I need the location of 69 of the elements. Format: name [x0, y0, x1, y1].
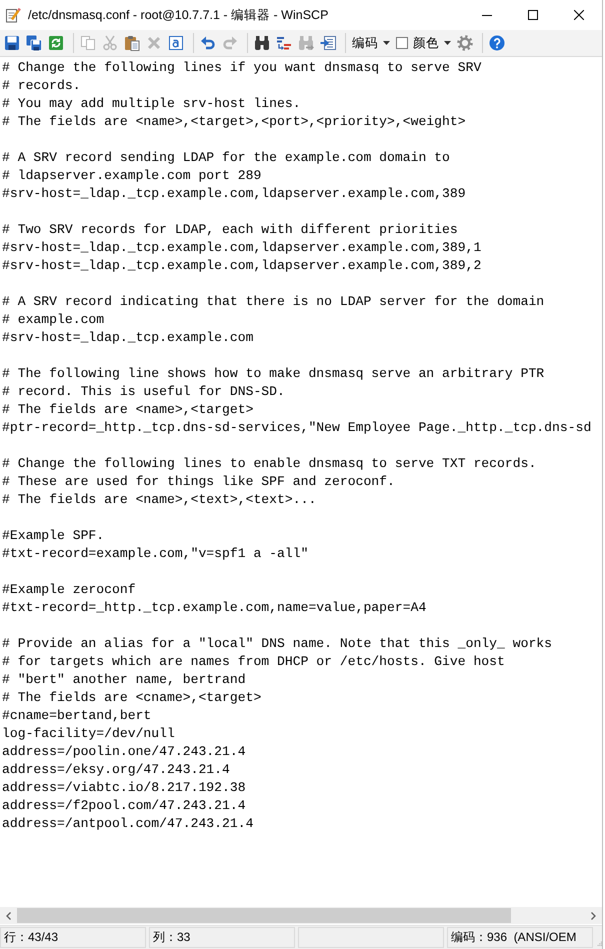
code-line: #srv-host=_ldap._tcp.example.com,ldapserver.example.com,389	[2, 185, 466, 203]
caret-icon	[444, 41, 451, 45]
code-line: #txt-record=example.com,"v=spf1 a -all"	[2, 545, 308, 563]
code-line: # The following line shows how to make dnsmasq serve an arbitrary PTR	[2, 365, 544, 383]
scrollbar-thumb[interactable]	[17, 908, 512, 923]
caret-icon	[383, 41, 390, 45]
replace-icon	[276, 35, 292, 51]
code-line: # Change the following lines to enable dnsmasq to serve TXT records.	[2, 455, 536, 473]
code-line: # The fields are <name>,<text>,<text>...	[2, 491, 316, 509]
code-line: #srv-host=_ldap._tcp.example.com,ldapserver.example.com,389,2	[2, 257, 482, 275]
dropdown-button[interactable]: 颜色	[393, 32, 454, 54]
code-line: # The fields are <name>,<target>,<port>,<priority>,<weight>	[2, 113, 466, 131]
code-line: address=/antpool.com/47.243.21.4	[2, 815, 254, 833]
code-line: # record. This is useful for DNS-SD.	[2, 383, 285, 401]
close-icon	[574, 10, 584, 20]
code-line: # example.com	[2, 311, 104, 329]
code-line: #srv-host=_ldap._tcp.example.com,ldapserver.example.com,389,1	[2, 239, 482, 257]
gear-icon	[457, 35, 473, 51]
undo-icon	[200, 35, 216, 51]
cross-icon	[146, 35, 162, 51]
code-line: address=/viabtc.io/8.217.192.38	[2, 779, 246, 797]
status-line-position: 行：43/43	[0, 927, 146, 948]
code-line: address=/poolin.one/47.243.21.4	[2, 743, 246, 761]
code-line: address=/eksy.org/47.243.21.4	[2, 761, 230, 779]
window-title: /etc/dnsmasq.conf - root@10.7.7.1 - 编辑器 - WinSCP	[28, 6, 328, 24]
code-line: # "bert" another name, bertrand	[2, 671, 246, 689]
code-line: # ldapserver.example.com port 289	[2, 167, 262, 185]
code-line: # A SRV record sending LDAP for the example.com domain to	[2, 149, 450, 167]
code-line: # The fields are <cname>,<target>	[2, 689, 262, 707]
status-encoding: 编码：936 (ANSI/OEM	[447, 927, 593, 948]
code-line: # Change the following lines if you want dnsmasq to serve SRV	[2, 59, 482, 77]
clipboard-icon	[124, 35, 140, 51]
color-swatch-icon	[396, 37, 408, 49]
code-line: # You may add multiple srv-host lines.	[2, 95, 301, 113]
code-line: # Two SRV records for LDAP, each with different priorities	[2, 221, 458, 239]
settings-button[interactable]	[454, 32, 476, 54]
code-line: # These are used for things like SPF and zeroconf.	[2, 473, 395, 491]
binoculars-icon	[254, 35, 270, 51]
maximize-icon	[528, 10, 538, 20]
code-line: address=/f2pool.com/47.243.21.4	[2, 797, 246, 815]
scroll-right-icon[interactable]	[591, 912, 596, 920]
code-line: #txt-record=_http._tcp.example.com,name=value,paper=A4	[2, 599, 426, 617]
code-line: #Example zeroconf	[2, 581, 136, 599]
select-all-icon	[168, 35, 184, 51]
code-line: log-facility=/dev/null	[2, 725, 175, 743]
status-column-position: 列：33	[149, 927, 295, 948]
code-line: # records.	[2, 77, 81, 95]
horizontal-scrollbar[interactable]	[0, 907, 602, 924]
code-line: #cname=bertand,bert	[2, 707, 152, 725]
list-arrow-icon	[320, 35, 336, 51]
copy-icon	[80, 35, 96, 51]
code-line: # The fields are <name>,<target>	[2, 401, 254, 419]
scissors-icon	[102, 35, 118, 51]
dropdown-button[interactable]: 编码	[349, 32, 393, 54]
code-line: # Provide an alias for a "local" DNS name. Note that this _only_ works	[2, 635, 552, 653]
code-line: #ptr-record=_http._tcp.dns-sd-services,"New Employee Page._http._tcp.dns-sd	[2, 419, 592, 437]
refresh-icon	[48, 35, 64, 51]
code-line: #srv-host=_ldap._tcp.example.com	[2, 329, 254, 347]
floppy-disks-icon	[26, 35, 42, 51]
code-line: # A SRV record indicating that there is no LDAP server for the domain	[2, 293, 544, 311]
notepad-pencil-icon	[5, 7, 21, 23]
help-icon	[489, 35, 505, 51]
resize-grip-icon[interactable]	[597, 939, 602, 948]
redo-icon	[222, 35, 238, 51]
code-line: # for targets which are names from DHCP or /etc/hosts. Give host	[2, 653, 505, 671]
minimize-icon	[482, 14, 492, 16]
code-line: #Example SPF.	[2, 527, 104, 545]
binoculars-arrow-icon	[298, 35, 314, 51]
scroll-left-icon[interactable]	[6, 912, 11, 920]
